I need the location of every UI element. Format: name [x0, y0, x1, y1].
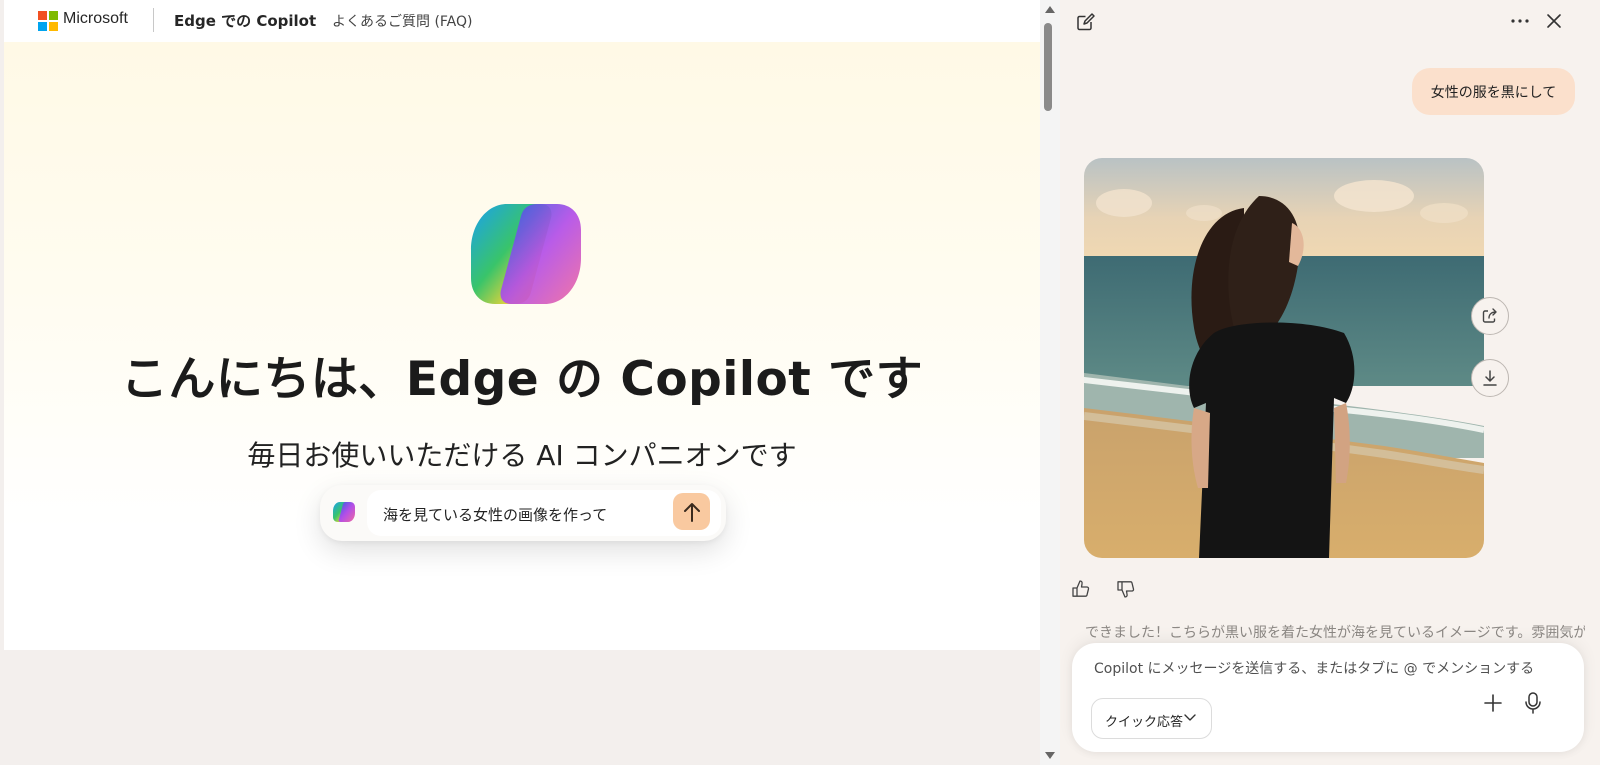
prompt-input-text: 海を見ている女性の画像を作って: [383, 506, 608, 524]
generated-image[interactable]: [1084, 158, 1484, 558]
thumbs-up-icon[interactable]: [1071, 579, 1091, 599]
download-image-button[interactable]: [1471, 359, 1509, 397]
user-message-text: 女性の服を黒にして: [1430, 85, 1557, 101]
download-icon: [1483, 370, 1497, 386]
page-footer-band: [4, 650, 1040, 765]
prompt-composer: 海を見ている女性の画像を作って: [320, 485, 726, 541]
close-icon[interactable]: [1546, 13, 1562, 29]
site-header: [4, 0, 1040, 42]
new-chat-icon[interactable]: [1076, 12, 1096, 32]
share-icon: [1482, 308, 1497, 323]
more-icon[interactable]: [1510, 18, 1530, 24]
header-divider: [153, 8, 154, 32]
assistant-reply-text: できました！こちらが黒い服を着た女性が海を見ているイメージです。雰囲気がぐっ: [1085, 625, 1585, 641]
share-image-button[interactable]: [1471, 297, 1509, 335]
faq-link[interactable]: よくあるご質問 (FAQ): [332, 11, 473, 31]
mode-selector-label: クイック応答: [1105, 715, 1184, 730]
site-title[interactable]: Edge での Copilot: [174, 10, 316, 31]
chat-input-box[interactable]: Copilot にメッセージを送信する、またはタブに @ でメンションする クイ…: [1072, 643, 1584, 752]
web-page: Microsoft Edge での Copilot よくあるご質問 (FAQ): [0, 0, 1040, 765]
copilot-mini-icon: [333, 502, 355, 522]
send-arrow-icon: [683, 502, 700, 522]
microsoft-brand[interactable]: Microsoft: [63, 10, 128, 28]
user-message-bubble: 女性の服を黒にして: [1412, 68, 1575, 115]
scroll-up-icon[interactable]: [1045, 6, 1055, 13]
microphone-icon[interactable]: [1523, 691, 1543, 715]
hero-heading: こんにちは、Edge の Copilot です: [120, 352, 924, 407]
microsoft-logo-icon[interactable]: [38, 11, 58, 31]
prompt-input[interactable]: 海を見ている女性の画像を作って: [367, 490, 721, 536]
hero-subheading: 毎日お使いいただける AI コンパニオンです: [247, 439, 797, 472]
copilot-sidebar: 女性の服を黒にして できました！こちらが黒い服を着た女性が海を見ているイメージで…: [1060, 0, 1600, 765]
page-scrollbar[interactable]: [1040, 0, 1060, 765]
scroll-down-icon[interactable]: [1045, 752, 1055, 759]
mode-selector[interactable]: クイック応答: [1091, 698, 1212, 739]
plus-icon[interactable]: [1483, 693, 1503, 713]
copilot-logo-icon: [471, 204, 581, 304]
hero-section: こんにちは、Edge の Copilot です 毎日お使いいただける AI コン…: [4, 42, 1040, 650]
chevron-down-icon: [1184, 714, 1196, 721]
chat-input-placeholder[interactable]: Copilot にメッセージを送信する、またはタブに @ でメンションする: [1094, 658, 1534, 678]
send-button[interactable]: [673, 493, 710, 530]
scrollbar-thumb[interactable]: [1044, 23, 1052, 111]
thumbs-down-icon[interactable]: [1116, 579, 1136, 599]
